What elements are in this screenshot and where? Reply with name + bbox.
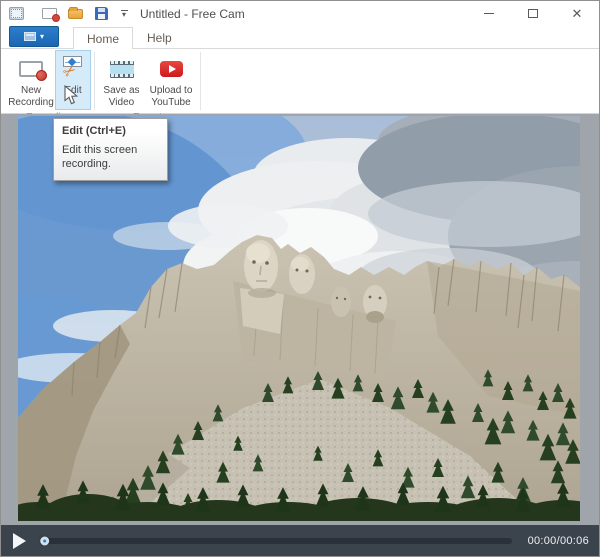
ribbon-group-export: Save as Video Upload to YouTube Export [96, 49, 199, 113]
save-quick-icon[interactable] [92, 6, 110, 22]
tooltip-title: Edit (Ctrl+E) [62, 125, 159, 137]
new-recording-button[interactable]: New Recording [7, 50, 55, 110]
ribbon-tab-row: ▾ Home Help [1, 26, 599, 49]
save-as-video-button[interactable]: Save as Video [98, 50, 145, 110]
app-icon [9, 7, 24, 20]
progress-slider[interactable] [42, 538, 512, 544]
play-button[interactable] [13, 533, 26, 549]
ribbon-group-separator [94, 52, 95, 110]
ribbon-group-separator [200, 52, 201, 110]
close-icon: ✕ [572, 7, 583, 20]
upload-to-youtube-button[interactable]: Upload to YouTube [145, 50, 197, 110]
window-controls: ✕ [467, 1, 599, 26]
ribbon: New Recording ✂ Edit Recording [1, 49, 599, 114]
film-strip-icon [110, 54, 134, 84]
playback-bar: 00:00/00:06 [1, 525, 599, 556]
customize-quick-access-dropdown[interactable]: ▾ [118, 10, 130, 17]
maximize-button[interactable] [511, 1, 555, 26]
window-title: Untitled - Free Cam [140, 7, 245, 21]
edit-icon: ✂ [60, 54, 86, 84]
minimize-button[interactable] [467, 1, 511, 26]
new-recording-label: New Recording [8, 85, 54, 109]
minimize-icon [484, 13, 494, 15]
cursor-icon [63, 85, 80, 111]
close-button[interactable]: ✕ [555, 1, 599, 26]
time-display: 00:00/00:06 [528, 535, 589, 547]
youtube-icon [160, 54, 183, 84]
new-recording-quick-icon[interactable] [40, 6, 58, 22]
app-menu-button[interactable]: ▾ [9, 26, 59, 47]
caret-down-icon: ▾ [40, 33, 44, 41]
open-quick-icon[interactable] [66, 6, 84, 22]
quick-access-toolbar: ▾ [40, 6, 130, 22]
tooltip-body: Edit this screen recording. [62, 144, 159, 172]
slider-thumb[interactable] [40, 536, 49, 545]
titlebar: ▾ Untitled - Free Cam ✕ [1, 1, 599, 26]
tab-help[interactable]: Help [133, 26, 186, 48]
folder-icon [68, 9, 83, 19]
save-as-video-label: Save as Video [99, 85, 144, 109]
upload-to-youtube-label: Upload to YouTube [146, 85, 196, 109]
tab-home[interactable]: Home [73, 27, 133, 49]
edit-tooltip: Edit (Ctrl+E) Edit this screen recording… [53, 118, 168, 181]
app-menu-window-icon [24, 32, 36, 41]
monitor-record-icon [42, 8, 57, 19]
freecam-window: ▾ Untitled - Free Cam ✕ ▾ Home Help N [0, 0, 600, 557]
floppy-disk-icon [95, 7, 108, 20]
caret-down-icon: ▾ [122, 12, 126, 17]
new-recording-icon [19, 54, 43, 84]
maximize-icon [528, 9, 538, 18]
